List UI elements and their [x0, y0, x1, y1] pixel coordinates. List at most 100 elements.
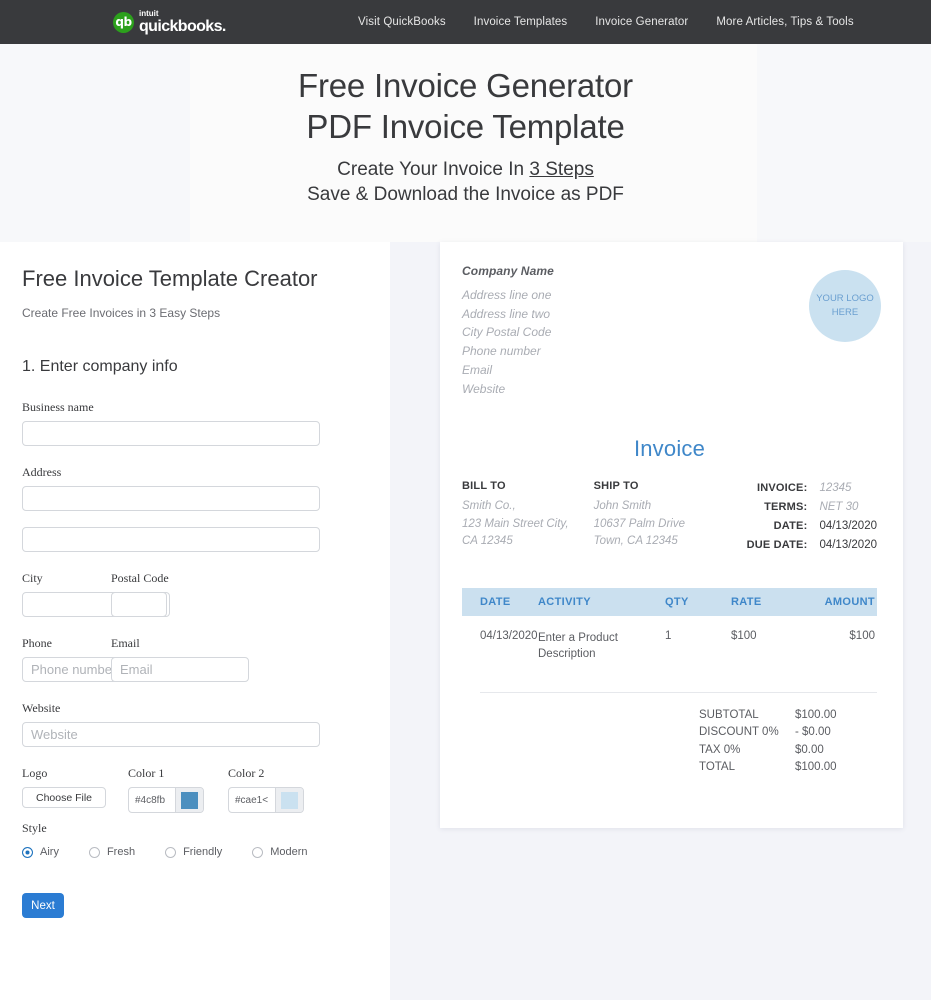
nav-link-visit-quickbooks[interactable]: Visit QuickBooks	[358, 16, 446, 28]
invoice-company-website: Website	[462, 380, 554, 399]
address-line-2-input[interactable]	[22, 527, 320, 552]
invoice-ship-to: SHIP TO John Smith 10637 Palm Drive Town…	[594, 480, 724, 555]
bill-to-line-3: CA 12345	[462, 533, 594, 550]
address-line-1-input[interactable]	[22, 486, 320, 511]
email-input[interactable]	[111, 657, 249, 682]
totals-row-total: TOTAL $100.00	[699, 759, 874, 776]
table-cell-rate: $100	[731, 630, 801, 662]
totals-value-tax: $0.00	[795, 742, 874, 759]
top-navigation-bar: qb intuit quickbooks. Visit QuickBooks I…	[0, 0, 931, 44]
invoice-company-block: Company Name Address line one Address li…	[462, 264, 554, 398]
style-option-airy[interactable]: Airy	[22, 846, 59, 858]
hero-section: Free Invoice Generator PDF Invoice Templ…	[0, 44, 931, 242]
invoice-company-address-2: Address line two	[462, 305, 554, 324]
color-2-swatch-cell[interactable]	[275, 788, 303, 812]
label-logo: Logo	[22, 766, 128, 781]
table-header-row: DATE ACTIVITY QTY RATE AMOUNT	[462, 588, 877, 616]
invoice-meta-date-value: 04/13/2020	[807, 518, 877, 536]
color-2-picker[interactable]: #cae1<	[228, 787, 304, 813]
label-postal-code: Postal Code	[111, 571, 169, 586]
radio-icon-airy[interactable]	[22, 847, 33, 858]
website-input[interactable]	[22, 722, 320, 747]
color-1-picker[interactable]: #4c8fb	[128, 787, 204, 813]
color-2-hex-value[interactable]: #cae1<	[229, 788, 275, 812]
bill-to-line-1: Smith Co.,	[462, 498, 594, 515]
nav-link-invoice-templates[interactable]: Invoice Templates	[474, 16, 568, 28]
style-option-modern[interactable]: Modern	[252, 846, 307, 858]
postal-code-input[interactable]	[111, 592, 167, 617]
style-option-fresh[interactable]: Fresh	[89, 846, 135, 858]
table-divider	[480, 692, 877, 693]
field-logo: Logo Choose File	[22, 766, 128, 813]
nav-link-more-articles[interactable]: More Articles, Tips & Tools	[716, 16, 853, 28]
quickbooks-logo[interactable]: qb intuit quickbooks.	[113, 10, 226, 35]
invoice-preview-panel: Company Name Address line one Address li…	[390, 242, 931, 1000]
invoice-header: Company Name Address line one Address li…	[462, 264, 877, 398]
radio-icon-modern[interactable]	[252, 847, 263, 858]
invoice-title: Invoice	[462, 436, 877, 462]
invoice-company-address-1: Address line one	[462, 286, 554, 305]
logo-intuit-text: intuit	[139, 10, 226, 18]
invoice-company-email: Email	[462, 361, 554, 380]
radio-icon-fresh[interactable]	[89, 847, 100, 858]
label-address: Address	[22, 465, 368, 480]
invoice-bill-to: BILL TO Smith Co., 123 Main Street City,…	[462, 480, 594, 555]
field-email: Email	[111, 636, 249, 682]
label-style: Style	[22, 821, 368, 836]
table-header-qty: QTY	[665, 596, 731, 608]
label-email: Email	[111, 636, 249, 651]
field-website: Website	[22, 701, 368, 747]
style-radio-group: Airy Fresh Friendly Modern	[22, 846, 368, 858]
invoice-line-items-table: DATE ACTIVITY QTY RATE AMOUNT 04/13/2020…	[462, 588, 877, 693]
invoice-meta-date-label: DATE:	[723, 518, 807, 536]
radio-icon-friendly[interactable]	[165, 847, 176, 858]
field-business-name: Business name	[22, 400, 368, 446]
next-button[interactable]: Next	[22, 893, 64, 918]
field-color-2: Color 2 #cae1<	[228, 766, 328, 813]
label-color-1: Color 1	[128, 766, 228, 781]
main-content: Free Invoice Template Creator Create Fre…	[0, 242, 931, 1000]
label-business-name: Business name	[22, 400, 368, 415]
field-address-1: Address	[22, 465, 368, 511]
table-header-activity: ACTIVITY	[538, 596, 665, 608]
logo-quickbooks-text: quickbooks.	[139, 19, 226, 35]
hero-subtitle: Create Your Invoice In 3 Steps Save & Do…	[0, 157, 931, 208]
invoice-meta-date: DATE: 04/13/2020	[723, 518, 877, 536]
choose-file-button[interactable]: Choose File	[22, 787, 106, 808]
style-option-modern-label: Modern	[270, 846, 307, 858]
table-cell-activity: Enter a Product Description	[538, 630, 665, 662]
field-row-phone-email: Phone Email	[22, 636, 368, 682]
label-phone: Phone	[22, 636, 111, 651]
logo-wordmark: intuit quickbooks.	[139, 10, 226, 35]
totals-row-tax: TAX 0% $0.00	[699, 742, 874, 759]
hero-3-steps-link[interactable]: 3 Steps	[529, 159, 593, 180]
table-row: 04/13/2020 Enter a Product Description 1…	[462, 616, 877, 662]
logo-placeholder-line-2: HERE	[832, 306, 858, 320]
label-city: City	[22, 571, 111, 586]
color-1-swatch-cell[interactable]	[175, 788, 203, 812]
color-1-hex-value[interactable]: #4c8fb	[129, 788, 175, 812]
style-option-fresh-label: Fresh	[107, 846, 135, 858]
invoice-meta-number: INVOICE: 12345	[723, 480, 877, 498]
logo-placeholder-line-1: YOUR LOGO	[816, 292, 874, 306]
color-1-swatch	[181, 792, 198, 809]
field-color-1: Color 1 #4c8fb	[128, 766, 228, 813]
table-header-rate: RATE	[731, 596, 801, 608]
invoice-parties-row: BILL TO Smith Co., 123 Main Street City,…	[462, 480, 877, 555]
nav-links: Visit QuickBooks Invoice Templates Invoi…	[358, 16, 854, 28]
invoice-meta-block: INVOICE: 12345 TERMS: NET 30 DATE: 04/13…	[723, 480, 877, 555]
invoice-meta-number-label: INVOICE:	[723, 480, 807, 498]
style-option-friendly[interactable]: Friendly	[165, 846, 222, 858]
bill-to-line-2: 123 Main Street City,	[462, 516, 594, 533]
totals-label-tax: TAX 0%	[699, 742, 795, 759]
page-subtitle: Create Free Invoices in 3 Easy Steps	[22, 306, 368, 320]
table-cell-amount: $100	[801, 630, 877, 662]
invoice-company-phone: Phone number	[462, 342, 554, 361]
totals-label-subtotal: SUBTOTAL	[699, 707, 795, 724]
invoice-meta-due-date-value: 04/13/2020	[807, 537, 877, 555]
business-name-input[interactable]	[22, 421, 320, 446]
invoice-logo-placeholder: YOUR LOGO HERE	[809, 270, 881, 342]
totals-row-discount: DISCOUNT 0% - $0.00	[699, 724, 874, 741]
nav-link-invoice-generator[interactable]: Invoice Generator	[595, 16, 688, 28]
invoice-company-name: Company Name	[462, 264, 554, 278]
